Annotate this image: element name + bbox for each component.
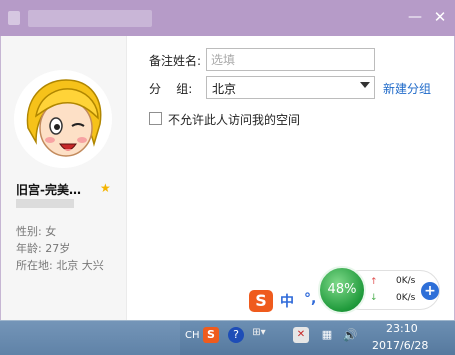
cartoon-avatar-icon bbox=[14, 70, 112, 168]
network-usage-ball[interactable]: 48% bbox=[318, 266, 366, 314]
upload-speed: 0K/s bbox=[396, 276, 416, 286]
nickname: 旧宫-完美… bbox=[16, 183, 81, 197]
plus-icon[interactable]: + bbox=[421, 282, 439, 300]
nickname-row: 旧宫-完美… ★ bbox=[16, 181, 124, 197]
clock-date[interactable]: 2017/6/28 bbox=[372, 339, 428, 352]
sogou-tray-icon[interactable]: S bbox=[203, 327, 219, 343]
upload-arrow-icon: ↑ bbox=[370, 277, 378, 287]
deny-space-checkbox[interactable] bbox=[149, 112, 162, 125]
download-arrow-icon: ↓ bbox=[370, 293, 378, 303]
app-logo-icon bbox=[8, 11, 20, 25]
remark-input[interactable] bbox=[206, 48, 375, 71]
sogou-logo-icon[interactable]: S bbox=[249, 290, 273, 312]
ime-punctuation-toggle[interactable]: °, bbox=[304, 291, 316, 307]
minimize-button[interactable]: — bbox=[405, 7, 425, 27]
ime-mode-toggle[interactable]: 中 bbox=[280, 291, 294, 311]
network-icon[interactable]: ▦ bbox=[319, 327, 335, 343]
age-text: 年龄: 27岁 bbox=[16, 242, 71, 255]
new-group-link[interactable]: 新建分组 bbox=[383, 80, 431, 97]
close-button[interactable]: ✕ bbox=[430, 7, 450, 27]
tray-overflow-icon[interactable]: ⊞▾ bbox=[252, 325, 266, 341]
location-text: 所在地: 北京 大兴 bbox=[16, 259, 104, 272]
taskbar-empty-area[interactable] bbox=[0, 321, 180, 355]
taskbar: CH S ? ⊞▾ ✕ ▦ 🔊 23:10 2017/6/28 bbox=[0, 320, 455, 355]
deny-space-label[interactable]: 不允许此人访问我的空间 bbox=[168, 111, 300, 128]
language-indicator[interactable]: CH bbox=[185, 330, 200, 341]
remark-label: 备注姓名: bbox=[149, 54, 202, 68]
volume-icon[interactable]: 🔊 bbox=[342, 327, 358, 343]
star-icon[interactable]: ★ bbox=[100, 181, 111, 195]
group-select-value: 北京 bbox=[212, 82, 237, 96]
title-bar: — ✕ bbox=[0, 0, 455, 36]
gender-text: 性别: 女 bbox=[16, 225, 57, 238]
download-speed: 0K/s bbox=[396, 293, 416, 303]
network-speed-widget: 48% ↑ ↓ 0K/s 0K/s + bbox=[318, 266, 442, 314]
avatar bbox=[14, 70, 112, 168]
clock-time[interactable]: 23:10 bbox=[386, 322, 418, 335]
group-label: 分 组: bbox=[149, 82, 193, 96]
chevron-down-icon[interactable] bbox=[360, 82, 370, 88]
help-icon[interactable]: ? bbox=[228, 327, 244, 343]
window-title-blurred bbox=[28, 10, 152, 27]
action-center-flag-icon[interactable]: ✕ bbox=[293, 327, 309, 343]
group-select[interactable]: 北京 bbox=[206, 76, 375, 99]
account-number-blurred bbox=[16, 199, 74, 208]
